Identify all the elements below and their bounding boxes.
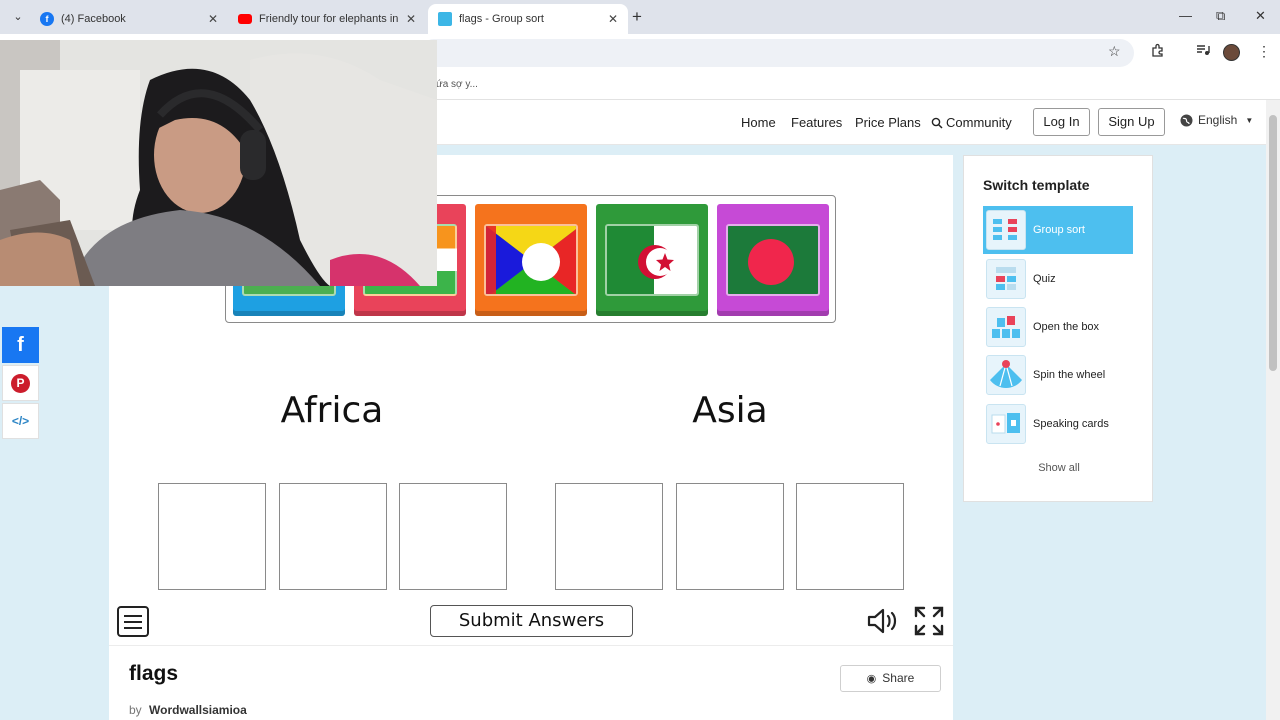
embed-code-icon: </>: [11, 414, 30, 428]
template-label: Group sort: [1033, 224, 1085, 236]
hamburger-icon-bar: [124, 626, 142, 629]
extensions-icon[interactable]: [1151, 43, 1165, 60]
globe-icon: ◉: [866, 673, 877, 685]
flag-tile[interactable]: [596, 204, 708, 316]
game-menu-button[interactable]: [117, 606, 149, 637]
template-label: Quiz: [1033, 273, 1056, 285]
drop-slot[interactable]: [279, 483, 387, 590]
window-close-icon[interactable]: ✕: [1255, 8, 1266, 24]
speaking-cards-icon: [986, 404, 1026, 444]
share-button[interactable]: ◉ Share: [840, 665, 941, 692]
new-tab-icon[interactable]: +: [632, 7, 642, 27]
group-title-africa: Africa: [280, 390, 384, 431]
page-scrollbar[interactable]: [1266, 100, 1280, 720]
tab-search-chevron-icon[interactable]: ⌄: [8, 7, 28, 27]
quiz-icon: [986, 259, 1026, 299]
author-link[interactable]: Wordwallsiamioa: [149, 703, 247, 717]
media-control-icon[interactable]: [1196, 43, 1210, 60]
tab-title: flags - Group sort: [459, 13, 544, 25]
tab-youtube[interactable]: Friendly tour for elephants in D ✕: [228, 4, 426, 34]
template-label: Spin the wheel: [1033, 369, 1106, 381]
nav-home[interactable]: Home: [741, 115, 776, 130]
minimize-icon[interactable]: —: [1179, 8, 1192, 23]
drop-slot[interactable]: [399, 483, 507, 590]
close-icon[interactable]: ✕: [608, 12, 618, 26]
show-all-link[interactable]: Show all: [964, 462, 1154, 474]
open-the-box-icon: [986, 307, 1026, 347]
chevron-down-icon: ▼: [1245, 115, 1254, 125]
signup-button[interactable]: Sign Up: [1098, 108, 1165, 136]
group-sort-icon: [986, 210, 1026, 250]
facebook-icon: f: [17, 333, 24, 356]
search-icon: [931, 117, 943, 129]
drop-slot[interactable]: [158, 483, 266, 590]
bookmark-star-icon[interactable]: ☆: [1108, 43, 1121, 60]
switch-template-panel: Switch template Group sort Quiz Open the…: [963, 155, 1153, 502]
webcam-overlay: [0, 40, 437, 286]
pinterest-share-button[interactable]: P: [2, 365, 39, 401]
pinterest-icon: P: [11, 373, 30, 393]
globe-icon: [1180, 114, 1193, 126]
language-label: English: [1198, 113, 1238, 127]
webcam-video-frame: [0, 40, 437, 286]
activity-info: flags by Wordwallsiamioa ◉ Share: [109, 645, 953, 720]
share-label: Share: [882, 671, 915, 685]
drop-slot[interactable]: [555, 483, 663, 590]
flag-image: [484, 224, 578, 296]
activity-title: flags: [129, 662, 179, 685]
flag-image: [726, 224, 820, 296]
template-group-sort[interactable]: Group sort: [983, 206, 1133, 254]
embed-button[interactable]: </>: [2, 403, 39, 439]
nav-community[interactable]: Community: [931, 115, 1012, 130]
template-label: Speaking cards: [1033, 418, 1109, 430]
sound-icon[interactable]: [866, 607, 900, 635]
browser-menu-icon[interactable]: ⋮: [1257, 43, 1271, 60]
youtube-icon: [238, 14, 252, 24]
profile-avatar[interactable]: [1223, 44, 1240, 61]
flag-image: [605, 224, 699, 296]
fullscreen-icon[interactable]: [913, 605, 945, 637]
hamburger-icon-bar: [124, 620, 142, 623]
nav-price-plans[interactable]: Price Plans: [855, 115, 921, 130]
drop-slot[interactable]: [676, 483, 784, 590]
switch-template-title: Switch template: [983, 177, 1090, 193]
group-title-asia: Asia: [692, 390, 768, 431]
by-label: by: [129, 703, 142, 717]
address-bar[interactable]: [420, 39, 1134, 67]
hamburger-icon: [124, 614, 142, 617]
language-selector[interactable]: English ▼: [1180, 113, 1253, 127]
submit-answers-button[interactable]: Submit Answers: [430, 605, 633, 637]
scrollbar-thumb[interactable]: [1269, 115, 1277, 371]
tab-facebook[interactable]: f (4) Facebook ✕: [30, 4, 228, 34]
template-label: Open the box: [1033, 321, 1100, 333]
flag-tile[interactable]: [475, 204, 587, 316]
nav-features[interactable]: Features: [791, 115, 842, 130]
tab-title: (4) Facebook: [61, 13, 126, 25]
tab-title: Friendly tour for elephants in D: [259, 13, 400, 25]
flag-tile[interactable]: [717, 204, 829, 316]
spin-the-wheel-icon: [986, 355, 1026, 395]
drop-slot[interactable]: [796, 483, 904, 590]
wordwall-icon: [438, 12, 452, 26]
template-speaking-cards[interactable]: Speaking cards: [983, 400, 1133, 448]
bookmark-text[interactable]: ứa sợ y...: [436, 79, 478, 90]
close-icon[interactable]: ✕: [208, 12, 218, 26]
restore-icon[interactable]: ⧉: [1216, 8, 1225, 24]
template-quiz[interactable]: Quiz: [983, 255, 1133, 303]
template-open-the-box[interactable]: Open the box: [983, 303, 1133, 351]
tab-wordwall[interactable]: flags - Group sort ✕: [428, 4, 628, 34]
facebook-icon: f: [40, 12, 54, 26]
close-icon[interactable]: ✕: [406, 12, 416, 26]
template-spin-the-wheel[interactable]: Spin the wheel: [983, 351, 1133, 399]
browser-tab-strip: ⌄ f (4) Facebook ✕ Friendly tour for ele…: [0, 0, 1280, 34]
login-button[interactable]: Log In: [1033, 108, 1090, 136]
nav-community-label: Community: [946, 115, 1012, 130]
facebook-share-button[interactable]: f: [2, 327, 39, 363]
